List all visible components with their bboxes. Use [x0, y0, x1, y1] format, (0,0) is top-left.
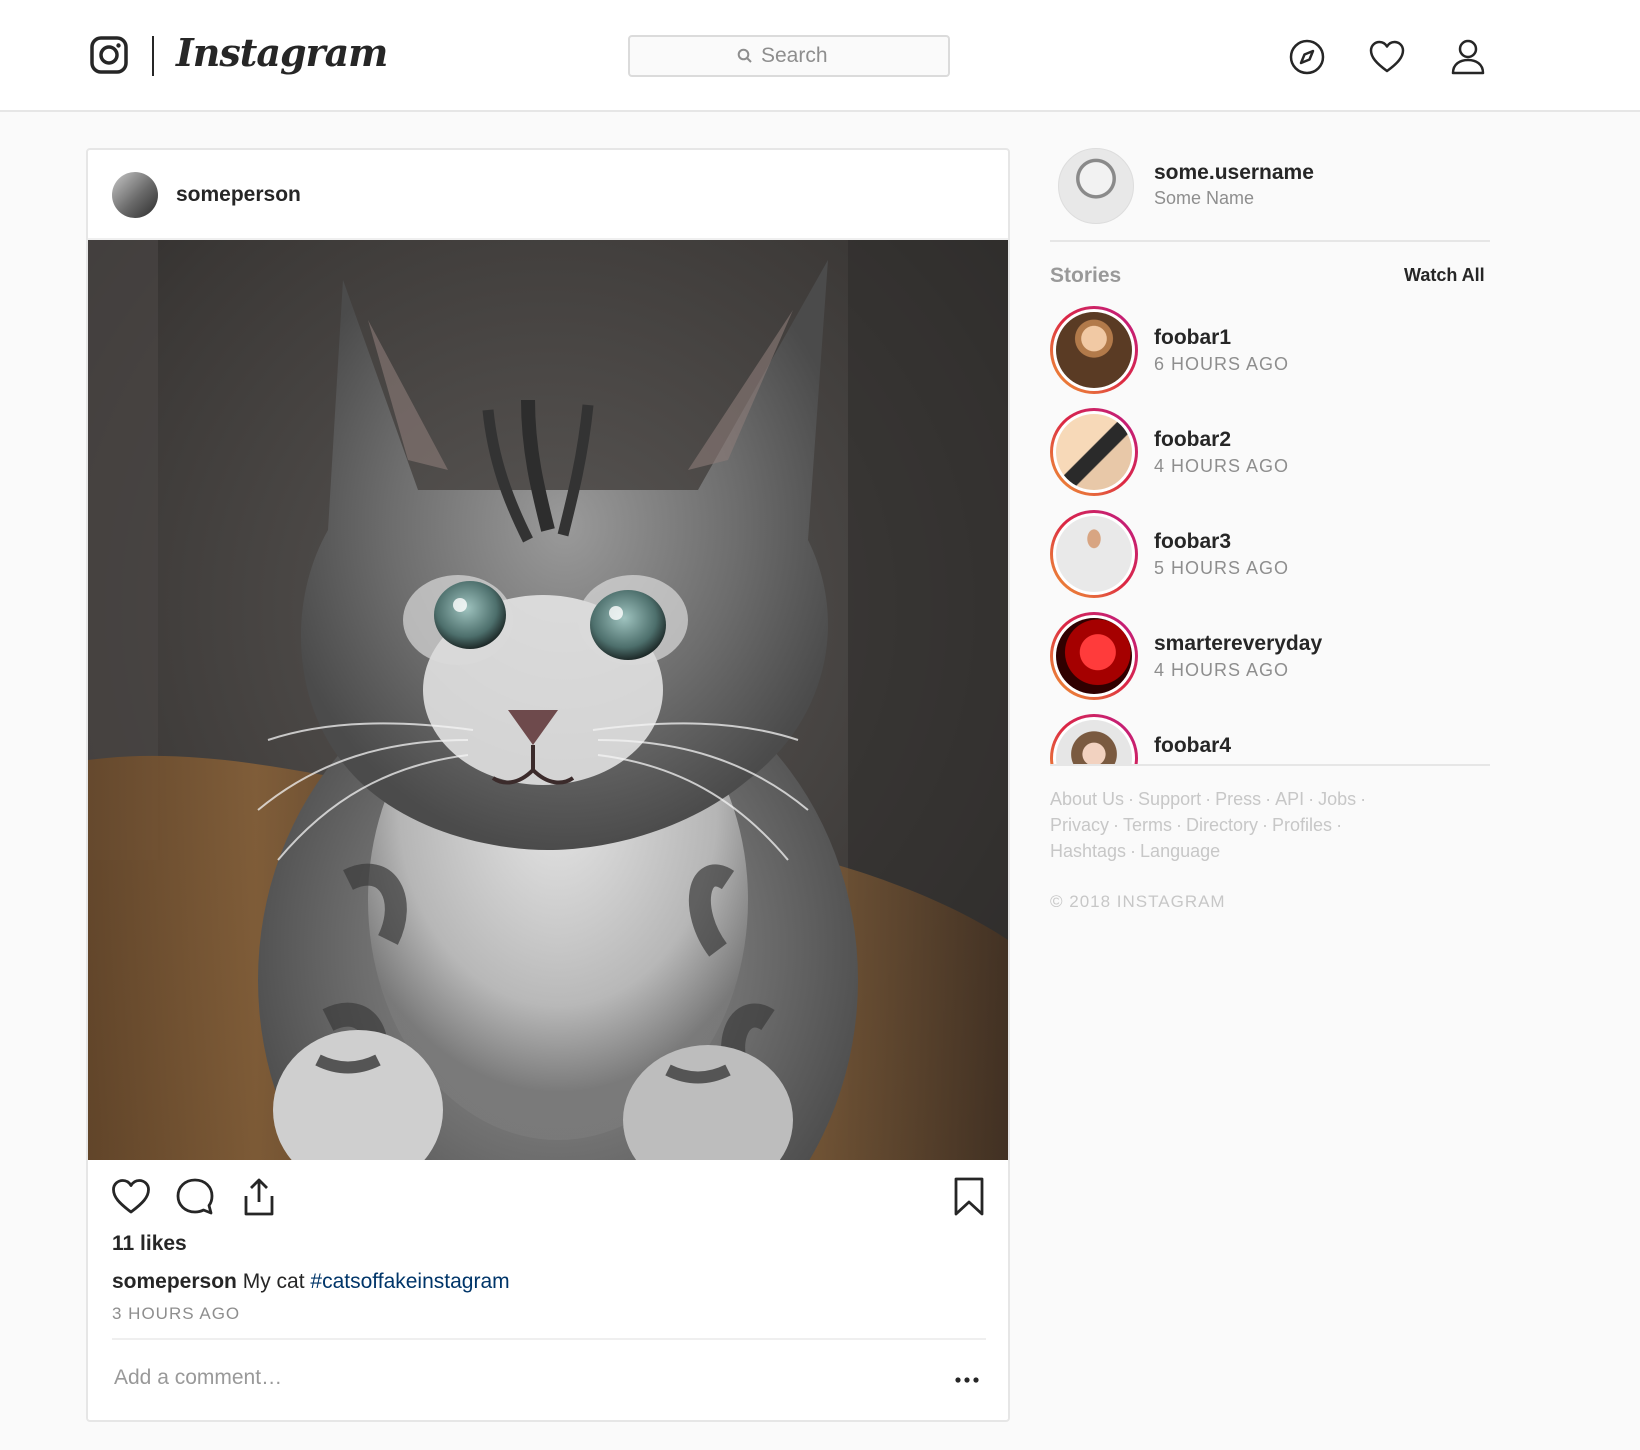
footer-link-press[interactable]: Press	[1215, 789, 1261, 809]
like-count[interactable]: 11 likes	[112, 1232, 187, 1256]
story-avatar	[1056, 414, 1132, 490]
story-avatar	[1056, 312, 1132, 388]
logo-divider	[152, 36, 154, 76]
footer-link-support[interactable]: Support	[1138, 789, 1201, 809]
story-ring	[1050, 408, 1138, 496]
heart-icon[interactable]	[1368, 38, 1406, 76]
footer-link-api[interactable]: API	[1275, 789, 1304, 809]
story-item[interactable]: foobar3 5 HOURS AGO	[1050, 510, 1490, 598]
sidebar-divider	[1050, 240, 1490, 242]
compass-icon[interactable]	[1288, 38, 1326, 76]
story-username: foobar1	[1154, 326, 1232, 349]
kitten-photo	[88, 240, 1008, 1160]
more-options-icon[interactable]	[952, 1370, 982, 1390]
post-caption: someperson My cat #catsoffakeinstagram	[112, 1270, 510, 1294]
story-ring	[1050, 612, 1138, 700]
story-timestamp: 4 HOURS AGO	[1154, 660, 1290, 680]
story-timestamp: 5 HOURS AGO	[1154, 558, 1290, 578]
post-author-avatar[interactable]	[112, 172, 158, 218]
profile-username[interactable]: some.username	[1154, 161, 1314, 185]
footer-link-profiles[interactable]: Profiles	[1272, 815, 1332, 835]
user-icon[interactable]	[1449, 38, 1487, 76]
footer-link-about[interactable]: About Us	[1050, 789, 1124, 809]
footer-link-directory[interactable]: Directory	[1186, 815, 1258, 835]
profile-full-name: Some Name	[1154, 188, 1255, 208]
share-icon[interactable]	[238, 1176, 280, 1218]
story-item[interactable]: smartereveryday 4 HOURS AGO	[1050, 612, 1490, 700]
footer-link-terms[interactable]: Terms	[1123, 815, 1172, 835]
post-header: someperson	[88, 150, 1008, 240]
instagram-wordmark[interactable]: Instagram	[176, 30, 388, 75]
comment-input[interactable]	[114, 1366, 874, 1390]
caption-hashtag[interactable]: #catsoffakeinstagram	[310, 1270, 509, 1293]
post-timestamp[interactable]: 3 HOURS AGO	[112, 1304, 240, 1324]
watch-all-link[interactable]: Watch All	[1404, 265, 1485, 286]
bookmark-icon[interactable]	[948, 1176, 990, 1218]
top-navigation-bar: Instagram	[0, 0, 1640, 112]
footer-links: About Us · Support · Press · API · Jobs · Privacy…	[1050, 789, 1367, 861]
post-actions-bar	[88, 1176, 1008, 1226]
like-heart-icon[interactable]	[110, 1176, 152, 1218]
comment-bubble-icon[interactable]	[174, 1176, 216, 1218]
story-timestamp: 6 HOURS AGO	[1154, 354, 1290, 374]
story-username: foobar4	[1154, 734, 1232, 757]
stories-list[interactable]: foobar1 6 HOURS AGO foobar2 4 HOURS AGO …	[1050, 306, 1490, 764]
post-author-username[interactable]: someperson	[176, 183, 301, 207]
story-item[interactable]: foobar1 6 HOURS AGO	[1050, 306, 1490, 394]
caption-username[interactable]: someperson	[112, 1270, 237, 1293]
story-ring	[1050, 714, 1138, 764]
story-ring	[1050, 306, 1138, 394]
search-box[interactable]	[628, 35, 950, 77]
story-ring	[1050, 510, 1138, 598]
search-input[interactable]	[761, 44, 841, 68]
story-username: smartereveryday	[1154, 632, 1323, 655]
story-timestamp: 4 HOURS AGO	[1154, 456, 1290, 476]
story-avatar	[1056, 516, 1132, 592]
stories-bottom-divider	[1050, 764, 1490, 766]
story-avatar	[1056, 720, 1132, 764]
story-username: foobar3	[1154, 530, 1232, 553]
footer-link-hashtags[interactable]: Hashtags	[1050, 841, 1126, 861]
feed-post: someperson 11 likes someperson My cat #c…	[86, 148, 1010, 1422]
search-icon	[737, 48, 752, 63]
footer-link-language[interactable]: Language	[1140, 841, 1220, 861]
story-item[interactable]: foobar4	[1050, 714, 1490, 764]
profile-avatar[interactable]	[1058, 148, 1134, 224]
add-comment-row	[112, 1338, 986, 1418]
copyright: © 2018 INSTAGRAM	[1050, 892, 1226, 911]
instagram-glyph-icon[interactable]	[90, 36, 128, 74]
story-item[interactable]: foobar2 4 HOURS AGO	[1050, 408, 1490, 496]
story-avatar	[1056, 618, 1132, 694]
footer-link-privacy[interactable]: Privacy	[1050, 815, 1109, 835]
footer-link-jobs[interactable]: Jobs	[1318, 789, 1356, 809]
story-username: foobar2	[1154, 428, 1232, 451]
post-photo[interactable]	[88, 240, 1008, 1160]
caption-text: My cat	[242, 1270, 305, 1293]
stories-heading: Stories	[1050, 264, 1122, 287]
